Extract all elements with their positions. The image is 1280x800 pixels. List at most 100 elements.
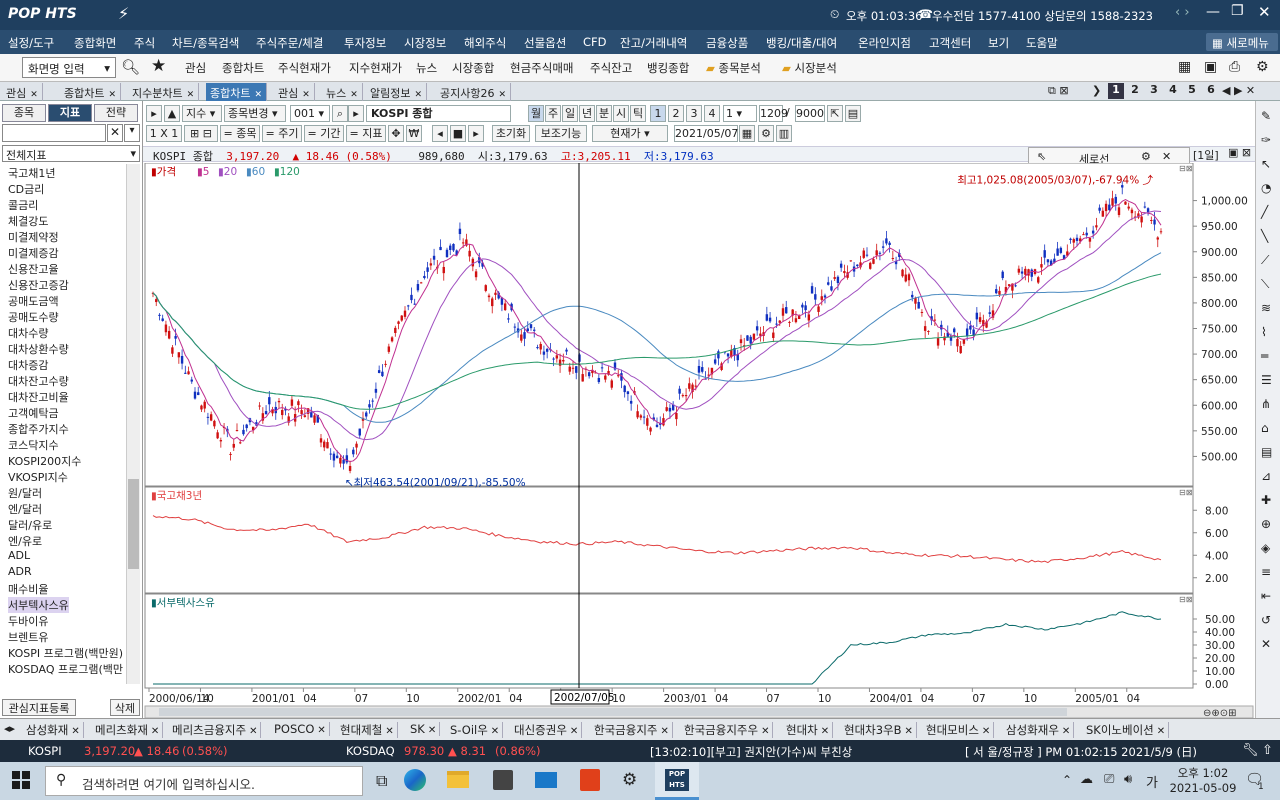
- drawing-tool-icon[interactable]: ⟍: [1261, 277, 1269, 292]
- currency-icon[interactable]: ₩: [406, 125, 422, 142]
- date-input[interactable]: 2021/05/07: [674, 125, 738, 142]
- close-icon[interactable]: ✕: [660, 726, 668, 737]
- taskbar-date[interactable]: 2021-05-09: [1168, 781, 1238, 795]
- interval-button-3[interactable]: 3: [686, 105, 702, 122]
- close-icon[interactable]: ✕: [982, 726, 990, 737]
- layout-button[interactable]: 1 X 1: [146, 125, 182, 142]
- window-tab-1[interactable]: 종합차트 ✕: [60, 83, 122, 101]
- indicator-item[interactable]: 원/달러: [8, 485, 42, 501]
- save-icon[interactable]: ▤: [845, 105, 861, 122]
- page-tab-5[interactable]: 5: [1184, 83, 1200, 99]
- stock-tab-12[interactable]: 현대모비스 ✕: [926, 722, 995, 738]
- aux-function-button[interactable]: 보조기능: [535, 125, 587, 142]
- period-button-1[interactable]: 주: [545, 105, 561, 122]
- toolbar-link-8[interactable]: 뱅킹종합: [647, 60, 689, 76]
- range-link-button[interactable]: = 기간: [304, 125, 344, 142]
- indicator-item[interactable]: 미결제증감: [8, 245, 59, 261]
- close-icon[interactable]: ✕: [414, 90, 422, 100]
- office-icon[interactable]: [580, 769, 600, 791]
- stock-tab-1[interactable]: 메리츠화재 ✕: [95, 722, 164, 738]
- file-explorer-icon[interactable]: [447, 771, 469, 788]
- indicator-item[interactable]: 서부텍사스유: [8, 597, 69, 613]
- menu-item-12[interactable]: 뱅킹/대출/대여: [766, 35, 837, 51]
- toolbar-link-3[interactable]: 지수현재가: [349, 60, 402, 76]
- drawing-tool-icon[interactable]: ◈: [1261, 541, 1270, 555]
- drawing-tool-icon[interactable]: ✑: [1261, 133, 1271, 147]
- menu-item-5[interactable]: 투자정보: [344, 35, 386, 51]
- page-tab-3[interactable]: 3: [1146, 83, 1162, 99]
- indicator-item[interactable]: KOSPI 프로그램(백만원): [8, 645, 123, 661]
- close-icon[interactable]: ✕: [350, 90, 358, 100]
- delete-indicator-button[interactable]: 삭제: [110, 699, 140, 716]
- indicator-item[interactable]: 종합주가지수: [8, 421, 69, 437]
- code-input[interactable]: 001 ▾: [290, 105, 330, 122]
- menu-item-13[interactable]: 온라인지점: [858, 35, 911, 51]
- left-tab-2[interactable]: 전략: [94, 104, 138, 122]
- expand-up-icon[interactable]: ⇧: [1262, 743, 1273, 758]
- drawing-tool-icon[interactable]: ✎: [1261, 109, 1271, 123]
- indicator-item[interactable]: ADR: [8, 565, 32, 578]
- drawing-tool-icon[interactable]: ⇤: [1261, 589, 1271, 603]
- task-view-icon[interactable]: ⧉: [376, 771, 387, 791]
- grid-icon[interactable]: ▥: [776, 125, 792, 142]
- monitor-icon[interactable]: ▣: [1204, 59, 1217, 75]
- window-tab-0[interactable]: 관심 ✕: [2, 83, 43, 101]
- page-tab-1[interactable]: 1: [1108, 83, 1124, 99]
- indicator-item[interactable]: KOSPI200지수: [8, 453, 81, 469]
- stock-tab-7[interactable]: 대신증권우 ✕: [514, 722, 583, 738]
- tray-chevron-icon[interactable]: ⌃: [1062, 773, 1072, 787]
- stock-tab-11[interactable]: 현대차3우B ✕: [844, 722, 917, 738]
- indicator-item[interactable]: 코스닥지수: [8, 437, 59, 453]
- drawing-tool-icon[interactable]: ↺: [1261, 613, 1271, 627]
- stock-tab-2[interactable]: 메리츠금융지주 ✕: [172, 722, 262, 738]
- chevron-down-icon[interactable]: ▾: [124, 124, 140, 142]
- change-symbol-select[interactable]: 종목변경 ▾: [224, 105, 286, 122]
- stock-tab-3[interactable]: POSCO ✕: [274, 722, 330, 736]
- pophts-taskbar-button[interactable]: POP HTS: [655, 762, 699, 800]
- indicator-item[interactable]: 체결강도: [8, 213, 48, 229]
- indicator-item[interactable]: 브렌트유: [8, 629, 48, 645]
- indicator-item[interactable]: 국고채1년: [8, 165, 55, 181]
- news-ticker[interactable]: [13:02:10][부고] 권지안(가수)씨 부친상: [650, 744, 852, 760]
- toolbar-folder-0[interactable]: ▰ 종목분석: [706, 60, 761, 76]
- menu-item-16[interactable]: 도움말: [1026, 35, 1058, 51]
- mail-icon[interactable]: [535, 772, 557, 788]
- windows-start-icon[interactable]: [12, 771, 30, 789]
- panel-toggle-icon[interactable]: ▸: [146, 105, 162, 122]
- indicator-item[interactable]: 고객예탁금: [8, 405, 59, 421]
- drawing-tool-icon[interactable]: ⟋: [1261, 253, 1269, 268]
- indicator-item[interactable]: 공매도금액: [8, 293, 59, 309]
- page-tab-4[interactable]: 4: [1165, 83, 1181, 99]
- close-icon[interactable]: ✕: [249, 726, 257, 737]
- stock-tab-13[interactable]: 삼성화재우 ✕: [1006, 722, 1075, 738]
- scroll-thumb[interactable]: [128, 479, 139, 569]
- indicator-item[interactable]: 대차증감: [8, 357, 48, 373]
- indicator-item[interactable]: VKOSPI지수: [8, 469, 68, 485]
- close-icon[interactable]: ✕: [317, 725, 325, 736]
- indicator-item[interactable]: CD금리: [8, 181, 44, 197]
- window-tab-6[interactable]: 알림정보 ✕: [366, 83, 428, 101]
- count-input-2[interactable]: 9000: [795, 105, 825, 122]
- ime-indicator[interactable]: 가: [1146, 772, 1158, 791]
- taskbar-time[interactable]: 오후 1:02: [1172, 765, 1234, 781]
- taskbar-search-input[interactable]: ⚲ 검색하려면 여기에 입력하십시오.: [45, 766, 363, 796]
- close-icon[interactable]: ✕: [498, 90, 506, 100]
- indicator-item[interactable]: 콜금리: [8, 197, 38, 213]
- menu-item-2[interactable]: 주식: [134, 35, 155, 51]
- drawing-tool-icon[interactable]: ╲: [1261, 229, 1268, 243]
- cursor-icon[interactable]: ⇖: [1037, 150, 1046, 163]
- crosshair-icon[interactable]: ✥: [388, 125, 404, 142]
- window-tab-3[interactable]: 종합차트 ✕: [206, 83, 268, 101]
- stock-tab-8[interactable]: 한국금융지주 ✕: [594, 722, 673, 738]
- indicator-item[interactable]: 두바이유: [8, 613, 48, 629]
- interval-button-1[interactable]: 1: [650, 105, 666, 122]
- indicator-item[interactable]: 엔/달러: [8, 501, 42, 517]
- indicator-item[interactable]: 미결제약정: [8, 229, 59, 245]
- stock-tab-9[interactable]: 한국금융지주우 ✕: [684, 722, 774, 738]
- stock-tab-10[interactable]: 현대차 ✕: [786, 722, 834, 738]
- close-icon[interactable]: ✕: [302, 90, 310, 100]
- period-button-6[interactable]: 틱: [630, 105, 646, 122]
- close-icon[interactable]: ✕: [1157, 726, 1165, 737]
- page-tab-6[interactable]: 6: [1203, 83, 1219, 99]
- indicator-item[interactable]: 엔/유로: [8, 533, 42, 549]
